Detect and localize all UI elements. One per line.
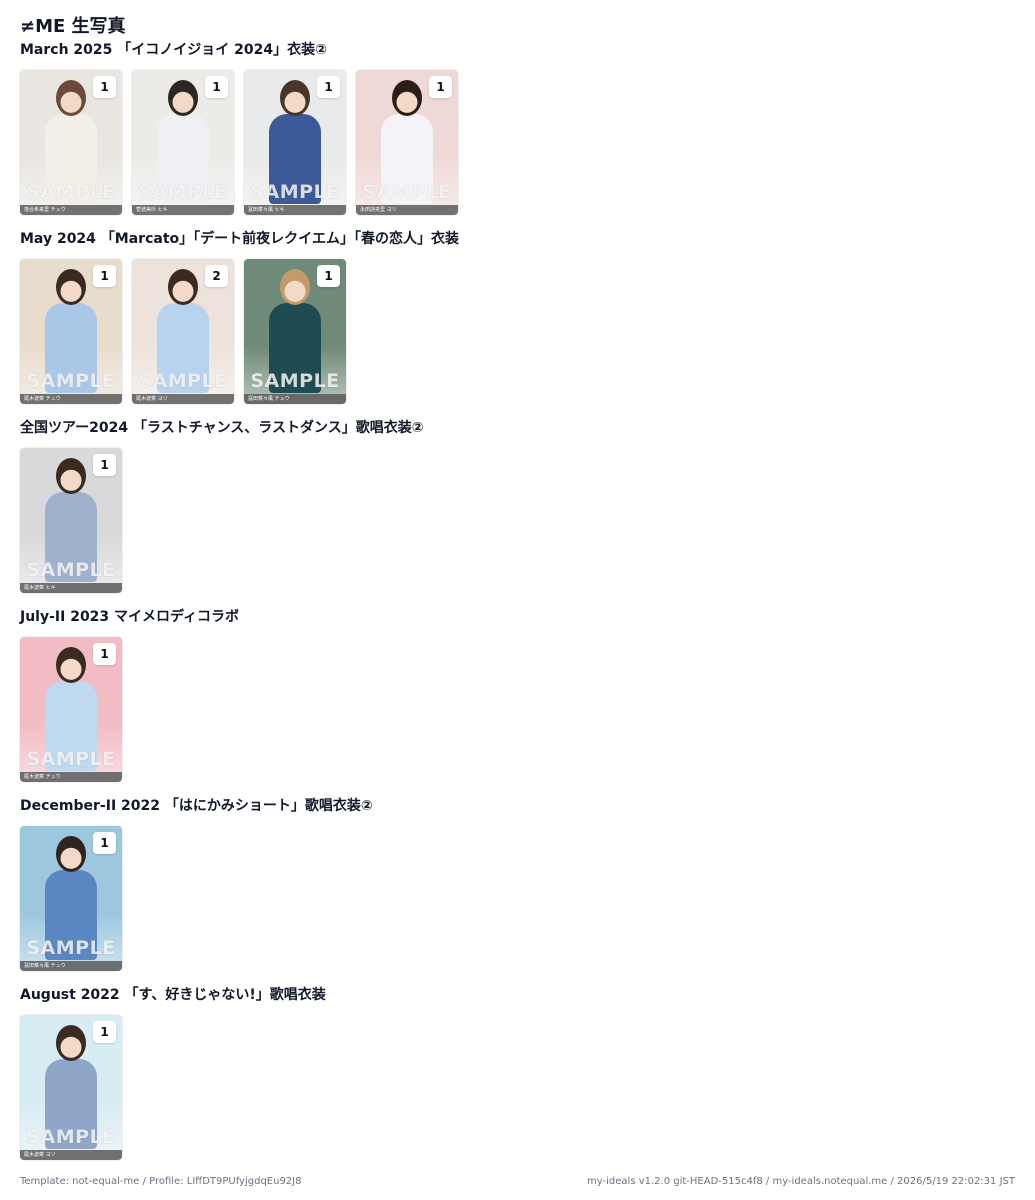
card-row: 1 SAMPLE 冨田菜々風 チュウ <box>20 826 1015 971</box>
person-figure <box>153 80 213 215</box>
card-row: 1 SAMPLE 尾木波菜 ヒキ <box>20 448 1015 593</box>
photo-section: May 2024 「Marcato」「デート前夜レクイエム」「春の恋人」衣装 1 S… <box>20 229 1015 404</box>
photo-section: 全国ツアー2024 「ラストチャンス、ラストダンス」歌唱衣装② 1 SAMPLE 尾木… <box>20 418 1015 593</box>
photo-card[interactable]: 1 SAMPLE 永田詩央里 ヨリ <box>356 70 458 215</box>
figure-head <box>168 269 198 305</box>
person-figure <box>265 80 325 215</box>
section-title: May 2024 「Marcato」「デート前夜レクイエム」「春の恋人」衣装 <box>20 231 459 247</box>
member-name-label: 尾木波菜 ヨリ <box>20 1150 122 1160</box>
section-title: August 2022 「す、好きじゃない!」歌唱衣装 <box>20 987 326 1003</box>
member-name-label: 尾木波菜 ヨリ <box>132 394 234 404</box>
figure-outfit <box>45 114 97 204</box>
count-badge: 1 <box>205 76 228 98</box>
member-name-label: 尾木波菜 ヒキ <box>20 583 122 593</box>
photo-card[interactable]: 1 SAMPLE 尾木波菜 ヨリ <box>20 1015 122 1160</box>
photo-card[interactable]: 1 SAMPLE 菅波美玲 ヒキ <box>132 70 234 215</box>
count-badge: 1 <box>317 76 340 98</box>
person-figure <box>377 80 437 215</box>
section-title: December-II 2022 「はにかみショート」歌唱衣装② <box>20 798 373 814</box>
person-figure <box>41 836 101 971</box>
member-name-label: 冨田菜々風 チュウ <box>244 394 346 404</box>
figure-head <box>168 80 198 116</box>
figure-head <box>56 458 86 494</box>
figure-outfit <box>381 114 433 204</box>
section-title: 全国ツアー2024 「ラストチャンス、ラストダンス」歌唱衣装② <box>20 420 424 436</box>
person-figure <box>41 269 101 404</box>
figure-outfit <box>269 114 321 204</box>
member-name-label: 尾木波菜 チュウ <box>20 394 122 404</box>
photo-section: July-II 2023 マイメロディコラボ 1 SAMPLE 尾木波菜 チュウ <box>20 607 1015 782</box>
figure-head <box>56 836 86 872</box>
photo-card[interactable]: 1 SAMPLE 落合希来里 チュウ <box>20 70 122 215</box>
figure-outfit <box>45 303 97 393</box>
photo-card[interactable]: 1 SAMPLE 尾木波菜 チュウ <box>20 259 122 404</box>
footer-template-profile: Template: not-equal-me / Profile: LIffDT… <box>20 1176 302 1187</box>
figure-outfit <box>157 303 209 393</box>
figure-head <box>392 80 422 116</box>
count-badge: 2 <box>205 265 228 287</box>
section-title: July-II 2023 マイメロディコラボ <box>20 609 240 625</box>
photo-card[interactable]: 2 SAMPLE 尾木波菜 ヨリ <box>132 259 234 404</box>
figure-head <box>280 80 310 116</box>
count-badge: 1 <box>317 265 340 287</box>
member-name-label: 冨田菜々風 ヒキ <box>244 205 346 215</box>
person-figure <box>41 1025 101 1160</box>
footer: Template: not-equal-me / Profile: LIffDT… <box>20 1176 1015 1187</box>
member-name-label: 落合希来里 チュウ <box>20 205 122 215</box>
figure-outfit <box>269 303 321 393</box>
member-name-label: 菅波美玲 ヒキ <box>132 205 234 215</box>
figure-outfit <box>45 1059 97 1149</box>
member-name-label: 永田詩央里 ヨリ <box>356 205 458 215</box>
card-row: 1 SAMPLE 尾木波菜 ヨリ <box>20 1015 1015 1160</box>
count-badge: 1 <box>93 1021 116 1043</box>
figure-outfit <box>157 114 209 204</box>
card-row: 1 SAMPLE 落合希来里 チュウ 1 SAMPLE 菅波美玲 ヒキ 1 SAMPLE 冨田菜… <box>20 70 1015 215</box>
figure-head <box>56 80 86 116</box>
photo-card[interactable]: 1 SAMPLE 冨田菜々風 チュウ <box>244 259 346 404</box>
figure-head <box>56 269 86 305</box>
page-title: ≠ME 生写真 <box>20 16 126 37</box>
count-badge: 1 <box>93 643 116 665</box>
footer-version-info: my-ideals v1.2.0 git-HEAD-515c4f8 / my-i… <box>587 1176 1015 1187</box>
member-name-label: 冨田菜々風 チュウ <box>20 961 122 971</box>
figure-outfit <box>45 681 97 771</box>
person-figure <box>41 647 101 782</box>
photo-section: March 2025 「イコノイジョイ 2024」衣装② 1 SAMPLE 落合希来里… <box>20 40 1015 215</box>
count-badge: 1 <box>429 76 452 98</box>
figure-outfit <box>45 870 97 960</box>
card-row: 1 SAMPLE 尾木波菜 チュウ 2 SAMPLE 尾木波菜 ヨリ 1 SAMPLE 冨田菜々… <box>20 259 1015 404</box>
photo-card[interactable]: 1 SAMPLE 冨田菜々風 ヒキ <box>244 70 346 215</box>
photo-card[interactable]: 1 SAMPLE 冨田菜々風 チュウ <box>20 826 122 971</box>
section-title: March 2025 「イコノイジョイ 2024」衣装② <box>20 42 327 58</box>
page-container: ≠ME 生写真 March 2025 「イコノイジョイ 2024」衣装② 1 SAM… <box>20 14 1015 1174</box>
count-badge: 1 <box>93 265 116 287</box>
person-figure <box>153 269 213 404</box>
card-row: 1 SAMPLE 尾木波菜 チュウ <box>20 637 1015 782</box>
count-badge: 1 <box>93 76 116 98</box>
photo-card[interactable]: 1 SAMPLE 尾木波菜 チュウ <box>20 637 122 782</box>
person-figure <box>265 269 325 404</box>
person-figure <box>41 458 101 593</box>
person-figure <box>41 80 101 215</box>
figure-head <box>280 269 310 305</box>
figure-outfit <box>45 492 97 582</box>
sections-container: March 2025 「イコノイジョイ 2024」衣装② 1 SAMPLE 落合希来里… <box>20 40 1015 1160</box>
count-badge: 1 <box>93 832 116 854</box>
photo-section: August 2022 「す、好きじゃない!」歌唱衣装 1 SAMPLE 尾木波菜 ヨ… <box>20 985 1015 1160</box>
count-badge: 1 <box>93 454 116 476</box>
photo-card[interactable]: 1 SAMPLE 尾木波菜 ヒキ <box>20 448 122 593</box>
member-name-label: 尾木波菜 チュウ <box>20 772 122 782</box>
figure-head <box>56 1025 86 1061</box>
photo-section: December-II 2022 「はにかみショート」歌唱衣装② 1 SAMPLE 冨… <box>20 796 1015 971</box>
figure-head <box>56 647 86 683</box>
